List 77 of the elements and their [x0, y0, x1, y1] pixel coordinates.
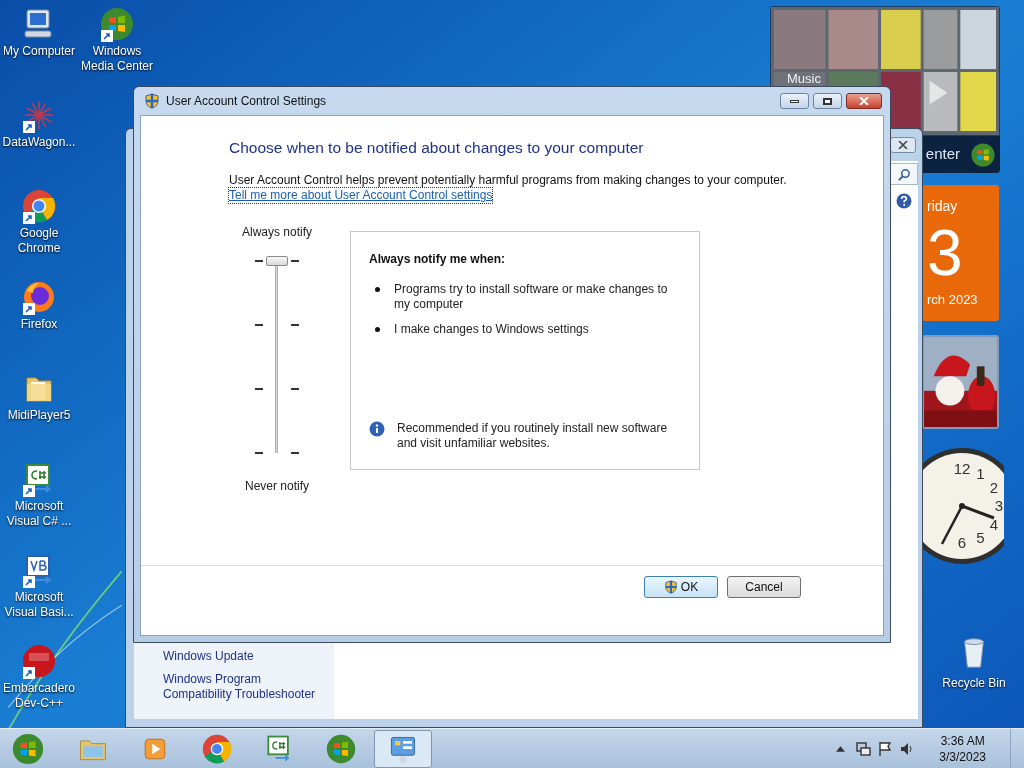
tick-mark: [291, 324, 299, 327]
help-link[interactable]: Tell me more about User Account Control settings: [229, 188, 493, 204]
calendar-weekday: riday: [927, 199, 958, 213]
windows-orb-icon: [325, 732, 357, 765]
close-icon: [859, 97, 869, 105]
dev-cpp-icon: [21, 643, 57, 679]
ok-button[interactable]: OK: [644, 576, 718, 598]
panel-title: Always notify me when:: [369, 251, 507, 269]
clock-numeral: 12: [953, 460, 971, 477]
recommendation-text: Recommended if you routinely install new software and visit unfamiliar websites.: [397, 421, 669, 452]
shortcut-arrow-icon: [23, 485, 35, 497]
sidebar-link[interactable]: Windows Update: [163, 649, 328, 664]
windows-orb-icon: [11, 731, 45, 766]
calendar-month: rch 2023: [927, 293, 978, 306]
sidebar-link[interactable]: Windows Program Compatibility Troubleshooter: [163, 672, 328, 702]
taskbar-date[interactable]: 3/3/2023: [939, 748, 986, 765]
icon-label[interactable]: Microsoft Visual Basi...: [0, 590, 78, 620]
shield-icon: [144, 93, 160, 109]
dialog-heading: Choose when to be notified about changes to your computer: [229, 138, 645, 158]
clock-numeral: 1: [976, 464, 985, 482]
media-center-label: enter: [925, 144, 960, 165]
taskbar-time[interactable]: 3:36 AM: [940, 732, 985, 749]
show-hidden-icons-icon[interactable]: [836, 745, 846, 752]
minimize-button[interactable]: [780, 93, 809, 109]
flag-icon[interactable]: [877, 740, 894, 757]
clock-numeral: 2: [989, 478, 999, 496]
clock-numeral: 5: [976, 529, 985, 547]
maximize-button[interactable]: [813, 93, 842, 109]
close-button[interactable]: [890, 137, 916, 153]
icon-label[interactable]: Google Chrome: [0, 226, 78, 256]
network-icon[interactable]: [855, 740, 872, 757]
icon-label[interactable]: MidiPlayer5: [7, 408, 71, 423]
clock-numeral: 3: [994, 497, 1004, 514]
description-text: User Account Control helps prevent potentially harmful programs from making changes to your computer.: [229, 173, 788, 189]
calendar-day: 3: [927, 213, 963, 293]
windows-orb-icon: [970, 141, 996, 168]
icon-label[interactable]: Windows Media Center: [78, 44, 156, 74]
cancel-button[interactable]: Cancel: [727, 576, 801, 598]
bullet-text: Programs try to install software or make changes to my computer: [394, 282, 669, 313]
icon-label[interactable]: Microsoft Visual C# ...: [0, 499, 78, 529]
clock-numeral: 4: [989, 515, 999, 533]
slider-bottom-label: Never notify: [245, 478, 309, 496]
tick-mark: [291, 260, 299, 263]
shortcut-arrow-icon: [23, 303, 35, 315]
info-icon: [369, 421, 385, 438]
icon-label[interactable]: DataWagon...: [2, 135, 76, 150]
search-icon: [897, 167, 911, 181]
clock-numeral: 6: [957, 534, 967, 551]
tick-mark: [255, 324, 263, 327]
slider-top-label: Always notify: [242, 224, 312, 242]
tick-mark: [255, 388, 263, 391]
close-button[interactable]: [846, 93, 882, 109]
tick-mark: [255, 452, 263, 455]
shortcut-arrow-icon: [23, 212, 35, 224]
icon-label[interactable]: Recycle Bin: [942, 674, 1006, 692]
media-category-label: Music: [787, 70, 821, 88]
taskbar-app[interactable]: [374, 729, 432, 768]
search-button[interactable]: [890, 163, 918, 185]
bullet-icon: [375, 287, 380, 293]
chrome-icon: [201, 732, 233, 765]
icon-label[interactable]: Embarcadero Dev-C++: [0, 681, 78, 711]
bullet-text: I make changes to Windows settings: [394, 322, 590, 338]
tick-mark: [255, 260, 263, 263]
shortcut-arrow-icon: [23, 576, 35, 588]
slider-thumb[interactable]: [266, 256, 288, 267]
tick-mark: [291, 388, 299, 391]
bullet-icon: [375, 327, 380, 333]
close-icon: [898, 141, 908, 149]
shield-icon: [663, 580, 678, 594]
window-title: User Account Control Settings: [166, 93, 327, 110]
tick-mark: [291, 452, 299, 455]
shortcut-arrow-icon: [101, 30, 113, 42]
help-icon[interactable]: [896, 193, 912, 209]
shortcut-arrow-icon: [23, 667, 35, 679]
icon-label[interactable]: My Computer: [3, 44, 75, 59]
shortcut-arrow-icon: [23, 121, 35, 133]
icon-label[interactable]: Firefox: [20, 317, 58, 332]
